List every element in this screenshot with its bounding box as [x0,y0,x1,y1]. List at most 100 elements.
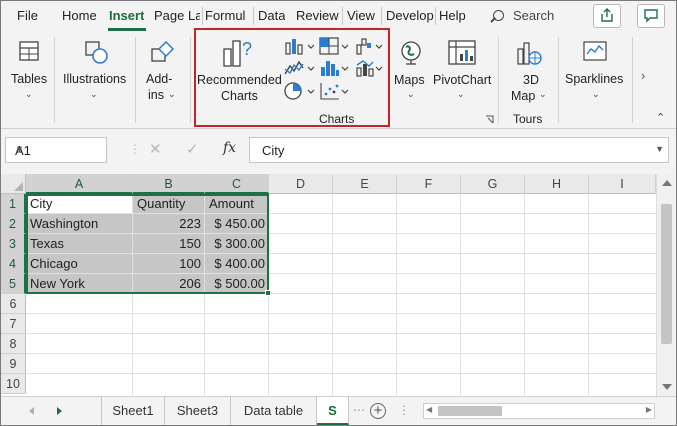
tables-button[interactable]: Tables ⌄ [5,31,51,129]
cell-b3[interactable]: 150 [133,234,205,254]
pivotchart-icon [448,40,476,65]
cancel-icon[interactable]: ✕ [149,140,162,158]
row-header-3[interactable]: 3 [1,234,26,254]
row-header-6[interactable]: 6 [1,294,26,314]
chevron-down-icon: ⌄ [457,89,465,99]
cell-c4[interactable]: $ 400.00 [205,254,269,274]
fill-handle[interactable] [265,290,271,296]
gridline [26,313,656,314]
more-icon: ⋮ [129,142,141,156]
cell-a5[interactable]: New York [26,274,133,294]
tab-formulas[interactable]: Formul [205,8,251,23]
column-header-e[interactable]: E [333,174,397,194]
row-header-1[interactable]: 1 [1,194,26,214]
gridline [524,194,525,396]
tab-page-layout[interactable]: Page La [154,8,200,23]
tab-insert[interactable]: Insert [109,8,144,23]
addins-button[interactable]: Add- ins ⌄ [139,31,187,129]
name-box[interactable]: A1 ▼ [5,137,107,163]
gridline [26,353,656,354]
ribbon-separator [558,37,559,123]
cell-a2[interactable]: Washington [26,214,133,234]
scroll-up-icon[interactable] [662,180,672,186]
tab-data[interactable]: Data [258,8,285,23]
scroll-right-icon[interactable]: ▶ [646,405,652,414]
row-header-2[interactable]: 2 [1,214,26,234]
sheet-tab-sheet1[interactable]: Sheet1 [101,397,165,425]
enter-icon[interactable]: ✓ [186,140,199,158]
sheet-tab-sheet3[interactable]: Sheet3 [165,397,231,425]
row-header-8[interactable]: 8 [1,334,26,354]
vertical-scrollbar[interactable] [656,174,676,396]
search-box[interactable]: Search [493,8,554,23]
maps-button[interactable]: Maps ⌄ [393,31,429,129]
horizontal-scrollbar[interactable]: ◀ ▶ [423,403,655,419]
next-sheet-icon[interactable] [57,407,62,415]
3d-map-label-line1: 3D [523,73,539,87]
tables-label: Tables [11,72,48,86]
cell-b1[interactable]: Quantity [133,194,205,214]
more-sheets-icon[interactable]: ⋯ [353,403,365,417]
insert-function-button[interactable]: fx [223,140,236,156]
addins-label-line2: ins [148,88,164,102]
cell-c2[interactable]: $ 450.00 [205,214,269,234]
collapse-ribbon-icon[interactable]: ⌃ [656,111,665,124]
tab-review[interactable]: Review [296,8,339,23]
horizontal-scroll-thumb[interactable] [438,406,502,416]
charts-group-highlight [194,28,390,127]
illustrations-label: Illustrations [63,72,127,86]
ribbon-scroll-right-icon[interactable]: › [641,69,645,83]
sparklines-label: Sparklines [565,72,624,86]
cell-c3[interactable]: $ 300.00 [205,234,269,254]
tab-help[interactable]: Help [439,8,466,23]
split-handle-icon[interactable]: ⋮ [398,403,410,417]
formula-input[interactable]: City ▼ [249,137,669,163]
row-header-10[interactable]: 10 [1,374,26,394]
column-header-c[interactable]: C [205,174,269,194]
tab-separator [342,7,343,25]
select-all-button[interactable] [1,174,26,194]
row-header-5[interactable]: 5 [1,274,26,294]
gridline [396,194,397,396]
chevron-down-icon[interactable]: ▼ [15,144,100,154]
scroll-left-icon[interactable]: ◀ [426,405,432,414]
sheet-tab-data-table[interactable]: Data table [231,397,317,425]
sheet-tab-active[interactable]: S [317,397,349,425]
cell-a1[interactable]: City [26,194,133,214]
column-header-g[interactable]: G [461,174,525,194]
ribbon: Tables ⌄ Illustrations ⌄ Add- ins ⌄ ? Re… [1,28,676,129]
tab-developer[interactable]: Develop [386,8,434,23]
add-sheet-button[interactable]: + [370,403,386,419]
share-button[interactable] [593,4,621,28]
cell-b4[interactable]: 100 [133,254,205,274]
row-header-7[interactable]: 7 [1,314,26,334]
cell-b5[interactable]: 206 [133,274,205,294]
worksheet-grid[interactable]: A B C D E F G H I 1 2 3 4 5 6 7 8 9 10 C… [1,174,676,396]
column-header-i[interactable]: I [589,174,656,194]
row-header-4[interactable]: 4 [1,254,26,274]
column-header-d[interactable]: D [269,174,333,194]
gridline [588,194,589,396]
column-header-a[interactable]: A [26,174,133,194]
column-header-h[interactable]: H [525,174,589,194]
previous-sheet-icon[interactable] [29,407,34,415]
formula-content: City [262,143,285,158]
cell-a4[interactable]: Chicago [26,254,133,274]
cell-b2[interactable]: 223 [133,214,205,234]
vertical-scroll-thumb[interactable] [661,204,672,344]
tab-file[interactable]: File [17,8,38,23]
chevron-down-icon[interactable]: ▼ [655,144,664,154]
cell-c5[interactable]: $ 500.00 [205,274,269,294]
illustrations-button[interactable]: Illustrations ⌄ [59,31,131,129]
tab-view[interactable]: View [347,8,375,23]
scroll-down-icon[interactable] [662,384,672,390]
cell-a3[interactable]: Texas [26,234,133,254]
cell-c1[interactable]: Amount [205,194,269,214]
row-header-9[interactable]: 9 [1,354,26,374]
comments-button[interactable] [637,4,665,28]
column-header-b[interactable]: B [133,174,205,194]
pivotchart-button[interactable]: PivotChart ⌄ [429,31,493,129]
sparklines-button[interactable]: Sparklines ⌄ [562,31,628,129]
column-header-f[interactable]: F [397,174,461,194]
tab-home[interactable]: Home [62,8,97,23]
